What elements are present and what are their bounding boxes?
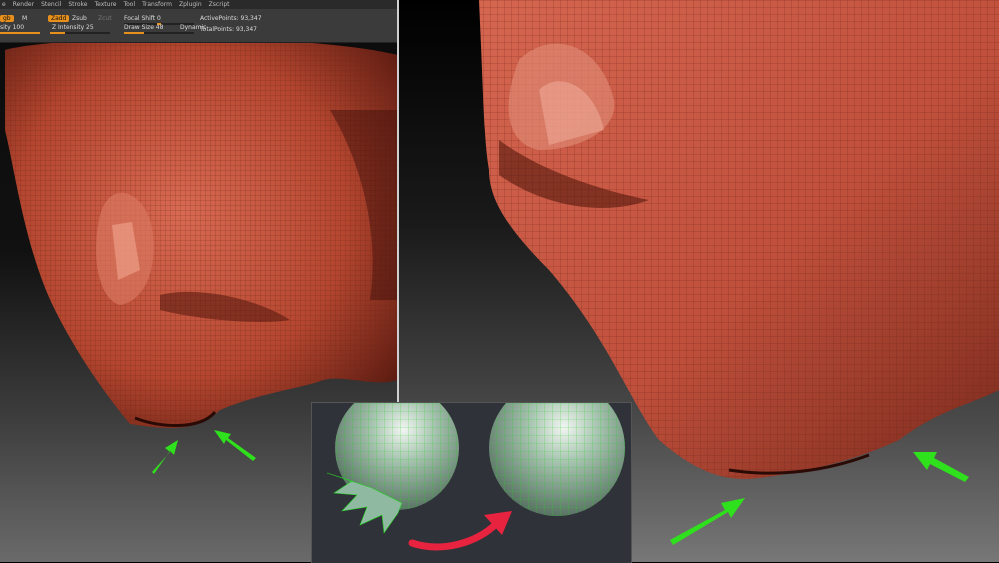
green-arrow-icon xyxy=(152,440,178,474)
green-arrow-icon xyxy=(913,452,969,482)
before-after-inset xyxy=(311,402,632,563)
sphere-comparison xyxy=(312,403,631,563)
green-arrow-icon xyxy=(670,498,745,545)
green-arrow-icon xyxy=(214,430,256,461)
